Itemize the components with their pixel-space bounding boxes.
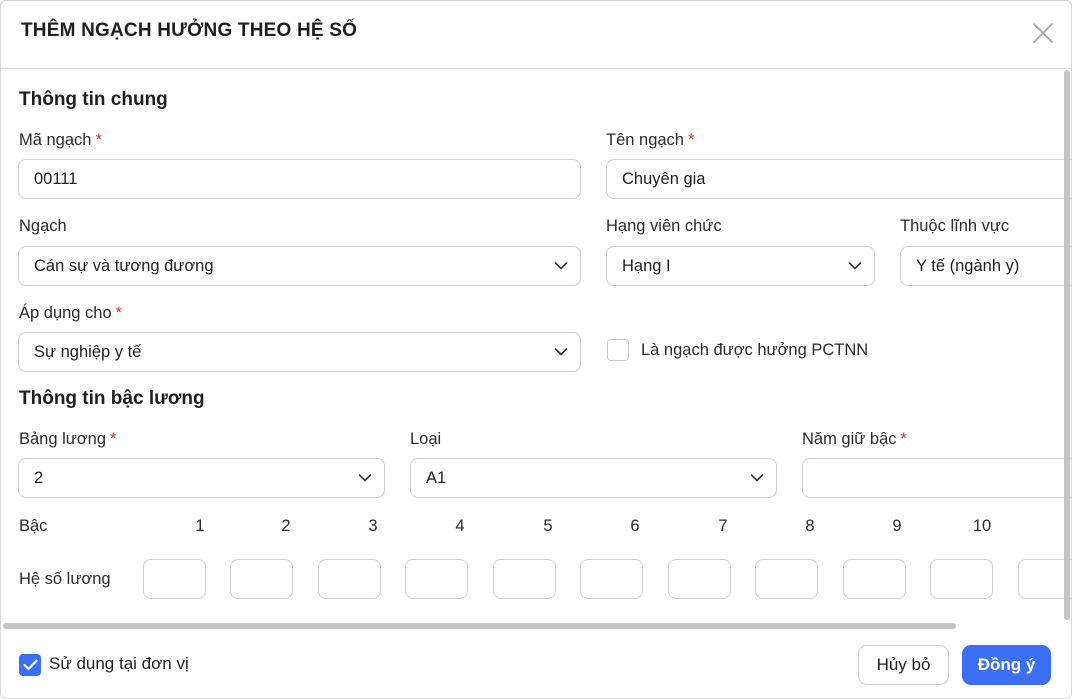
years-label: Năm giữ bậc * <box>802 430 907 448</box>
step-number: 3 <box>368 517 378 535</box>
type-label: Loại <box>410 430 442 448</box>
salary-table-label: Bảng lương * <box>19 430 117 448</box>
coef-input[interactable] <box>318 559 381 599</box>
code-input[interactable]: 00111 <box>18 159 581 199</box>
chevron-down-icon <box>554 348 568 356</box>
rank-value: Hạng I <box>622 257 671 275</box>
chevron-down-icon <box>750 474 764 482</box>
step-number: 5 <box>543 517 553 535</box>
grade-select[interactable]: Cán sự và tương đương <box>18 246 581 286</box>
coef-input[interactable] <box>230 559 293 599</box>
step-number: 8 <box>805 517 815 535</box>
step-number: 9 <box>892 517 902 535</box>
ok-button[interactable]: Đồng ý <box>962 645 1051 685</box>
required-mark: * <box>687 131 695 149</box>
field-label: Thuộc lĩnh vực <box>900 217 1010 235</box>
years-input[interactable] <box>802 458 1071 498</box>
grade-value: Cán sự và tương đương <box>34 257 214 275</box>
chevron-down-icon <box>848 262 862 270</box>
apply-for-value: Sự nghiệp y tế <box>34 343 142 361</box>
rank-select[interactable]: Hạng I <box>606 246 875 286</box>
dialog: THÊM NGẠCH HƯỞNG THEO HỆ SỐ Thông tin ch… <box>0 0 1072 699</box>
salary-table-select[interactable]: 2 <box>18 458 385 498</box>
close-icon[interactable] <box>1032 22 1054 44</box>
step-number: 2 <box>281 517 291 535</box>
coef-input[interactable] <box>930 559 993 599</box>
field-value: Y tế (ngành y) <box>916 257 1020 275</box>
step-number: 1 <box>195 517 205 535</box>
section-title-salary: Thông tin bậc lương <box>19 388 205 409</box>
step-number: 7 <box>718 517 728 535</box>
code-value: 00111 <box>34 170 78 188</box>
dialog-body: Thông tin chung Mã ngạch * 00111 Tên ngạc… <box>1 70 1071 622</box>
check-icon <box>23 659 38 671</box>
dialog-footer: Sử dụng tại đơn vị Hủy bỏ Đồng ý <box>1 631 1071 698</box>
horizontal-scrollbar[interactable] <box>3 623 956 629</box>
coef-input[interactable] <box>668 559 731 599</box>
coef-input[interactable] <box>755 559 818 599</box>
coef-input[interactable] <box>843 559 906 599</box>
required-mark: * <box>900 430 907 448</box>
apply-for-label: Áp dụng cho * <box>19 304 123 322</box>
coef-input[interactable] <box>405 559 468 599</box>
required-mark: * <box>110 430 117 448</box>
use-at-unit-checkbox[interactable] <box>19 654 41 676</box>
type-value: A1 <box>426 469 447 487</box>
type-select[interactable]: A1 <box>410 458 777 498</box>
field-select[interactable]: Y tế (ngành y) <box>900 246 1071 286</box>
rank-label: Hạng viên chức <box>606 217 722 235</box>
name-input[interactable]: Chuyên gia <box>606 159 1071 199</box>
vertical-scrollbar[interactable] <box>1064 70 1070 620</box>
pctnn-label: Là ngạch được hưởng PCTNN <box>641 341 869 359</box>
coef-input[interactable] <box>143 559 206 599</box>
salary-table-value: 2 <box>34 469 44 487</box>
required-mark: * <box>115 304 123 322</box>
step-number: 10 <box>972 517 992 535</box>
step-number: 4 <box>455 517 465 535</box>
section-title-general: Thông tin chung <box>19 89 168 110</box>
dialog-header: THÊM NGẠCH HƯỞNG THEO HỆ SỐ <box>1 1 1071 69</box>
chevron-down-icon <box>554 262 568 270</box>
steps-label: Bậc <box>19 517 48 535</box>
step-number: 6 <box>630 517 640 535</box>
code-label: Mã ngạch * <box>19 131 102 149</box>
coef-input[interactable] <box>493 559 556 599</box>
name-label: Tên ngạch * <box>606 131 695 149</box>
coef-label: Hệ số lương <box>19 570 111 588</box>
coef-input[interactable] <box>580 559 643 599</box>
name-value: Chuyên gia <box>622 170 706 188</box>
required-mark: * <box>95 131 102 149</box>
use-at-unit-label: Sử dụng tại đơn vị <box>49 654 189 673</box>
chevron-down-icon <box>358 474 372 482</box>
pctnn-checkbox[interactable] <box>607 339 629 361</box>
dialog-title: THÊM NGẠCH HƯỞNG THEO HỆ SỐ <box>21 20 358 41</box>
cancel-button[interactable]: Hủy bỏ <box>858 645 949 685</box>
grade-label: Ngạch <box>19 217 67 235</box>
apply-for-select[interactable]: Sự nghiệp y tế <box>18 332 581 372</box>
